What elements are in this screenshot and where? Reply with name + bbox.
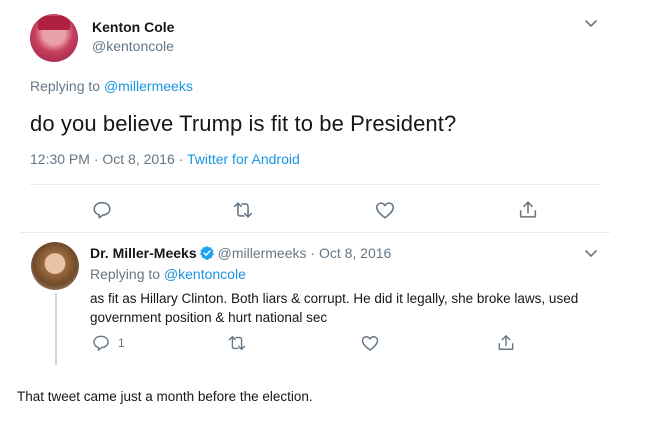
tweet-text: do you believe Trump is fit to be Presid… — [30, 111, 457, 136]
replying-to: Replying to @kentoncole — [90, 266, 246, 282]
divider — [30, 184, 600, 185]
share-icon[interactable] — [496, 333, 516, 353]
like-icon[interactable] — [360, 333, 380, 353]
reply-icon[interactable] — [91, 199, 113, 221]
chevron-down-icon[interactable] — [582, 244, 600, 262]
like-icon[interactable] — [374, 199, 396, 221]
author-handle-date[interactable]: @millermeeks · Oct 8, 2016 — [218, 245, 392, 261]
tweet-actions — [0, 199, 620, 223]
verified-badge-icon — [199, 246, 214, 260]
caption: That tweet came just a month before the … — [17, 389, 313, 404]
avatar[interactable] — [31, 242, 79, 290]
author-name[interactable]: Dr. Miller-Meeks — [90, 245, 197, 261]
author-handle[interactable]: @kentoncole — [92, 38, 174, 54]
tweet-source[interactable]: Twitter for Android — [187, 151, 300, 167]
avatar[interactable] — [30, 14, 78, 62]
author-name[interactable]: Kenton Cole — [92, 19, 174, 35]
replying-to-prefix: Replying to — [90, 266, 164, 282]
chevron-down-icon[interactable] — [582, 14, 600, 32]
tweet-meta: 12:30 PM · Oct 8, 2016 · Twitter for And… — [30, 151, 300, 167]
tweet-timestamp[interactable]: 12:30 PM · Oct 8, 2016 · — [30, 151, 187, 167]
replying-to-link[interactable]: @kentoncole — [164, 266, 246, 282]
replying-to-link[interactable]: @millermeeks — [104, 78, 193, 94]
main-tweet: Kenton Cole @kentoncole Replying to @mil… — [0, 0, 620, 232]
tweet-text: as fit as Hillary Clinton. Both liars & … — [90, 291, 579, 325]
tweet-actions — [0, 333, 620, 355]
reply-icon[interactable] — [91, 333, 111, 353]
retweet-icon[interactable] — [232, 199, 254, 221]
reply-author: Dr. Miller-Meeks @millermeeks · Oct 8, 2… — [90, 245, 391, 261]
replying-to: Replying to @millermeeks — [30, 78, 193, 94]
retweet-icon[interactable] — [227, 333, 247, 353]
reply-count: 1 — [118, 336, 125, 350]
replying-to-prefix: Replying to — [30, 78, 104, 94]
share-icon[interactable] — [517, 199, 539, 221]
